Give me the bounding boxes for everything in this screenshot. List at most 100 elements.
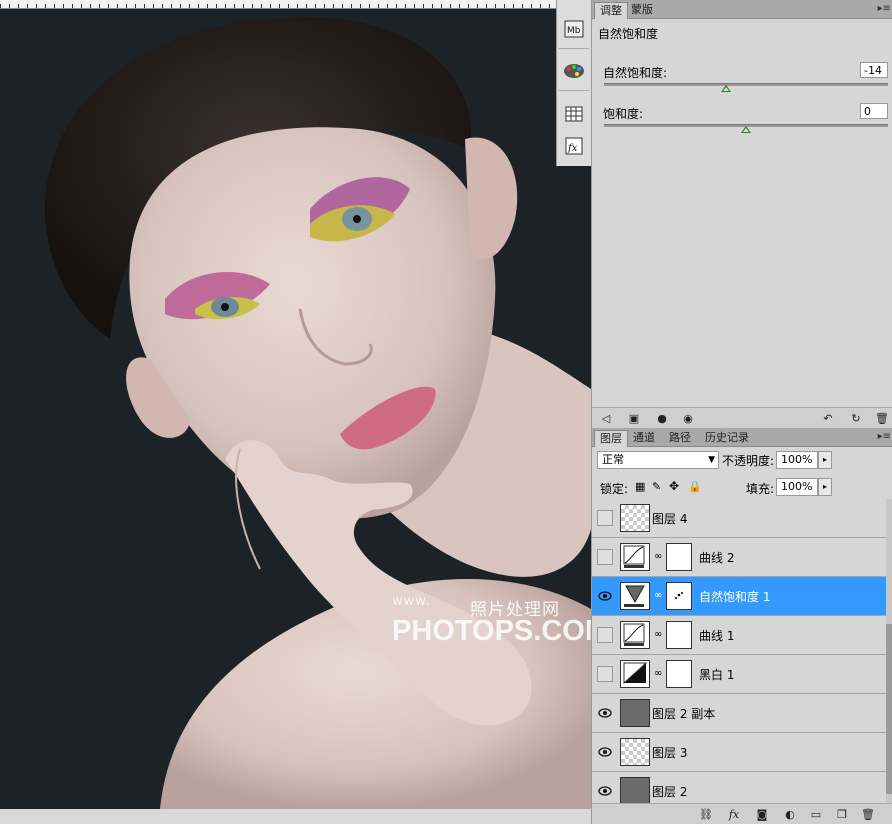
tab-history[interactable]: 历史记录 [700, 430, 754, 446]
blend-mode-value: 正常 [602, 453, 624, 466]
document-canvas[interactable]: www. 照片处理网 PHOTOPS.COM [0, 9, 591, 809]
lock-move-icon[interactable]: ✥ [669, 479, 679, 493]
eye-visible-icon[interactable] [597, 783, 613, 799]
opacity-label: 不透明度: [722, 454, 775, 468]
layer-thumbnail [620, 738, 650, 766]
layer-name: 图层 2 副本 [652, 707, 716, 721]
fx-icon[interactable]: fx [726, 806, 742, 822]
tab-adjustments[interactable]: 调整 [594, 2, 628, 19]
refresh-icon[interactable]: ↻ [848, 410, 864, 426]
panel-menu-icon[interactable]: ▸≡ [878, 3, 891, 14]
layer-list: 图层 4 ∞ 曲线 2 ∞ 自然饱和度 1 ∞ 曲线 1 ∞ 黑白 1 图层 2 副本 图层 3 图层… [592, 499, 886, 803]
mask-link-icon[interactable]: ∞ [654, 551, 662, 562]
tab-layers[interactable]: 图层 [594, 430, 628, 447]
reset-icon[interactable]: ↶ [820, 410, 836, 426]
saturation-slider-thumb[interactable] [741, 126, 751, 133]
lock-paint-icon[interactable]: ✎ [652, 480, 661, 493]
fill-spinner[interactable]: ▸ [818, 478, 832, 496]
clip-to-layer-icon[interactable]: ▣ [626, 410, 642, 426]
portrait-photo [0, 9, 591, 809]
scrollbar-thumb[interactable] [886, 624, 892, 794]
layer-mask-thumbnail[interactable] [666, 621, 692, 649]
eye-hidden-icon[interactable] [597, 666, 613, 682]
layers-scrollbar[interactable] [886, 499, 892, 803]
eye-hidden-icon[interactable] [597, 549, 613, 565]
lock-transparency-icon[interactable]: ▦ [635, 480, 645, 493]
adjustments-toolbar: ◁ ▣ ● ◉ ↶ ↻ 🗑 [592, 407, 892, 428]
vibrance-label: 自然饱和度: [603, 66, 668, 80]
link-icon[interactable]: ⛓ [698, 806, 714, 822]
tab-masks[interactable]: 蒙版 [626, 2, 658, 18]
back-arrow-icon[interactable]: ◁ [598, 410, 614, 426]
layer-mask-thumbnail[interactable] [666, 543, 692, 571]
layers-toolbar: ⛓ fx ◙ ◐ ▭ ❐ 🗑 [592, 803, 892, 824]
tab-channels[interactable]: 通道 [628, 430, 660, 446]
vibrance-value-field[interactable]: -14 [860, 62, 888, 78]
eye-hidden-icon[interactable] [597, 627, 613, 643]
panel-menu-icon[interactable]: ▸≡ [878, 431, 891, 442]
strip-divider [559, 90, 589, 91]
add-mask-icon[interactable]: ◙ [754, 806, 770, 822]
adjustments-panel: 调整 蒙版 ▸≡ 自然饱和度 自然饱和度: -14 饱和度: 0 ◁ ▣ ● ◉… [591, 0, 892, 428]
mini-bridge-icon[interactable]: Mb [562, 17, 586, 41]
layer-mask-thumbnail[interactable] [666, 660, 692, 688]
group-folder-icon[interactable]: ▭ [808, 806, 824, 822]
layer-name: 图层 4 [652, 512, 688, 526]
layer-row[interactable]: 图层 4 [592, 499, 886, 538]
fx-styles-icon[interactable]: fx [562, 134, 586, 158]
layer-thumbnail [620, 699, 650, 727]
tab-paths[interactable]: 路径 [664, 430, 696, 446]
swatches-grid-icon[interactable] [562, 102, 586, 126]
opacity-spinner[interactable]: ▸ [818, 451, 832, 469]
mask-link-icon[interactable]: ∞ [654, 590, 662, 601]
watermark-brand: PHOTOPS.COM [392, 615, 591, 647]
trash-icon[interactable]: 🗑 [874, 410, 890, 426]
layer-row[interactable]: ∞ 曲线 1 [592, 616, 886, 655]
visibility-icon[interactable]: ◉ [680, 410, 696, 426]
svg-text:Mb: Mb [567, 26, 581, 36]
layer-name: 图层 2 [652, 785, 688, 799]
blend-mode-select[interactable]: 正常 ▼ [597, 451, 719, 469]
eye-hidden-icon[interactable] [597, 510, 613, 526]
layer-row[interactable]: ∞ 曲线 2 [592, 538, 886, 577]
svg-text:fx: fx [567, 143, 578, 154]
opacity-field[interactable]: 100% [776, 451, 818, 469]
adjustment-icon[interactable]: ◐ [782, 806, 798, 822]
layer-name: 自然饱和度 1 [699, 590, 771, 604]
layer-mask-thumbnail[interactable] [666, 582, 692, 610]
layer-name: 曲线 1 [699, 629, 735, 643]
adjustments-tabbar: 调整 蒙版 ▸≡ [592, 0, 892, 19]
fill-field[interactable]: 100% [776, 478, 818, 496]
delete-icon[interactable]: 🗑 [860, 806, 876, 822]
color-palette-icon[interactable] [562, 59, 586, 83]
layers-panel: 图层 通道 路径 历史记录 ▸≡ 正常 ▼ 不透明度: 100% ▸ 锁定: ▦… [591, 428, 892, 824]
layer-row[interactable]: 图层 2 [592, 772, 886, 803]
eye-visible-icon[interactable] [597, 705, 613, 721]
vibrance-adjustment-icon [620, 582, 650, 610]
layers-tabbar: 图层 通道 路径 历史记录 ▸≡ [592, 428, 892, 447]
layer-row[interactable]: 图层 2 副本 [592, 694, 886, 733]
eye-mask-icon[interactable]: ● [654, 410, 670, 426]
horizontal-ruler [0, 0, 556, 9]
fill-label: 填充: [746, 482, 775, 496]
black-white-adjustment-icon [620, 660, 650, 688]
layer-thumbnail [620, 504, 650, 532]
vibrance-slider-thumb[interactable] [721, 85, 732, 92]
layer-row[interactable]: ∞ 黑白 1 [592, 655, 886, 694]
vibrance-slider-track[interactable] [604, 83, 888, 86]
lock-all-icon[interactable]: 🔒 [688, 480, 702, 493]
new-layer-icon[interactable]: ❐ [834, 806, 850, 822]
layer-thumbnail [620, 777, 650, 803]
curves-adjustment-icon [620, 621, 650, 649]
layer-row[interactable]: ∞ 自然饱和度 1 [592, 577, 886, 616]
adjustment-title: 自然饱和度 [598, 27, 659, 41]
curves-adjustment-icon [620, 543, 650, 571]
layer-row[interactable]: 图层 3 [592, 733, 886, 772]
saturation-value-field[interactable]: 0 [860, 103, 888, 119]
mask-link-icon[interactable]: ∞ [654, 668, 662, 679]
collapsed-panel-strip: Mb fx [556, 0, 592, 166]
eye-visible-icon[interactable] [597, 744, 613, 760]
eye-visible-icon[interactable] [597, 588, 613, 604]
mask-link-icon[interactable]: ∞ [654, 629, 662, 640]
layer-name: 黑白 1 [699, 668, 735, 682]
